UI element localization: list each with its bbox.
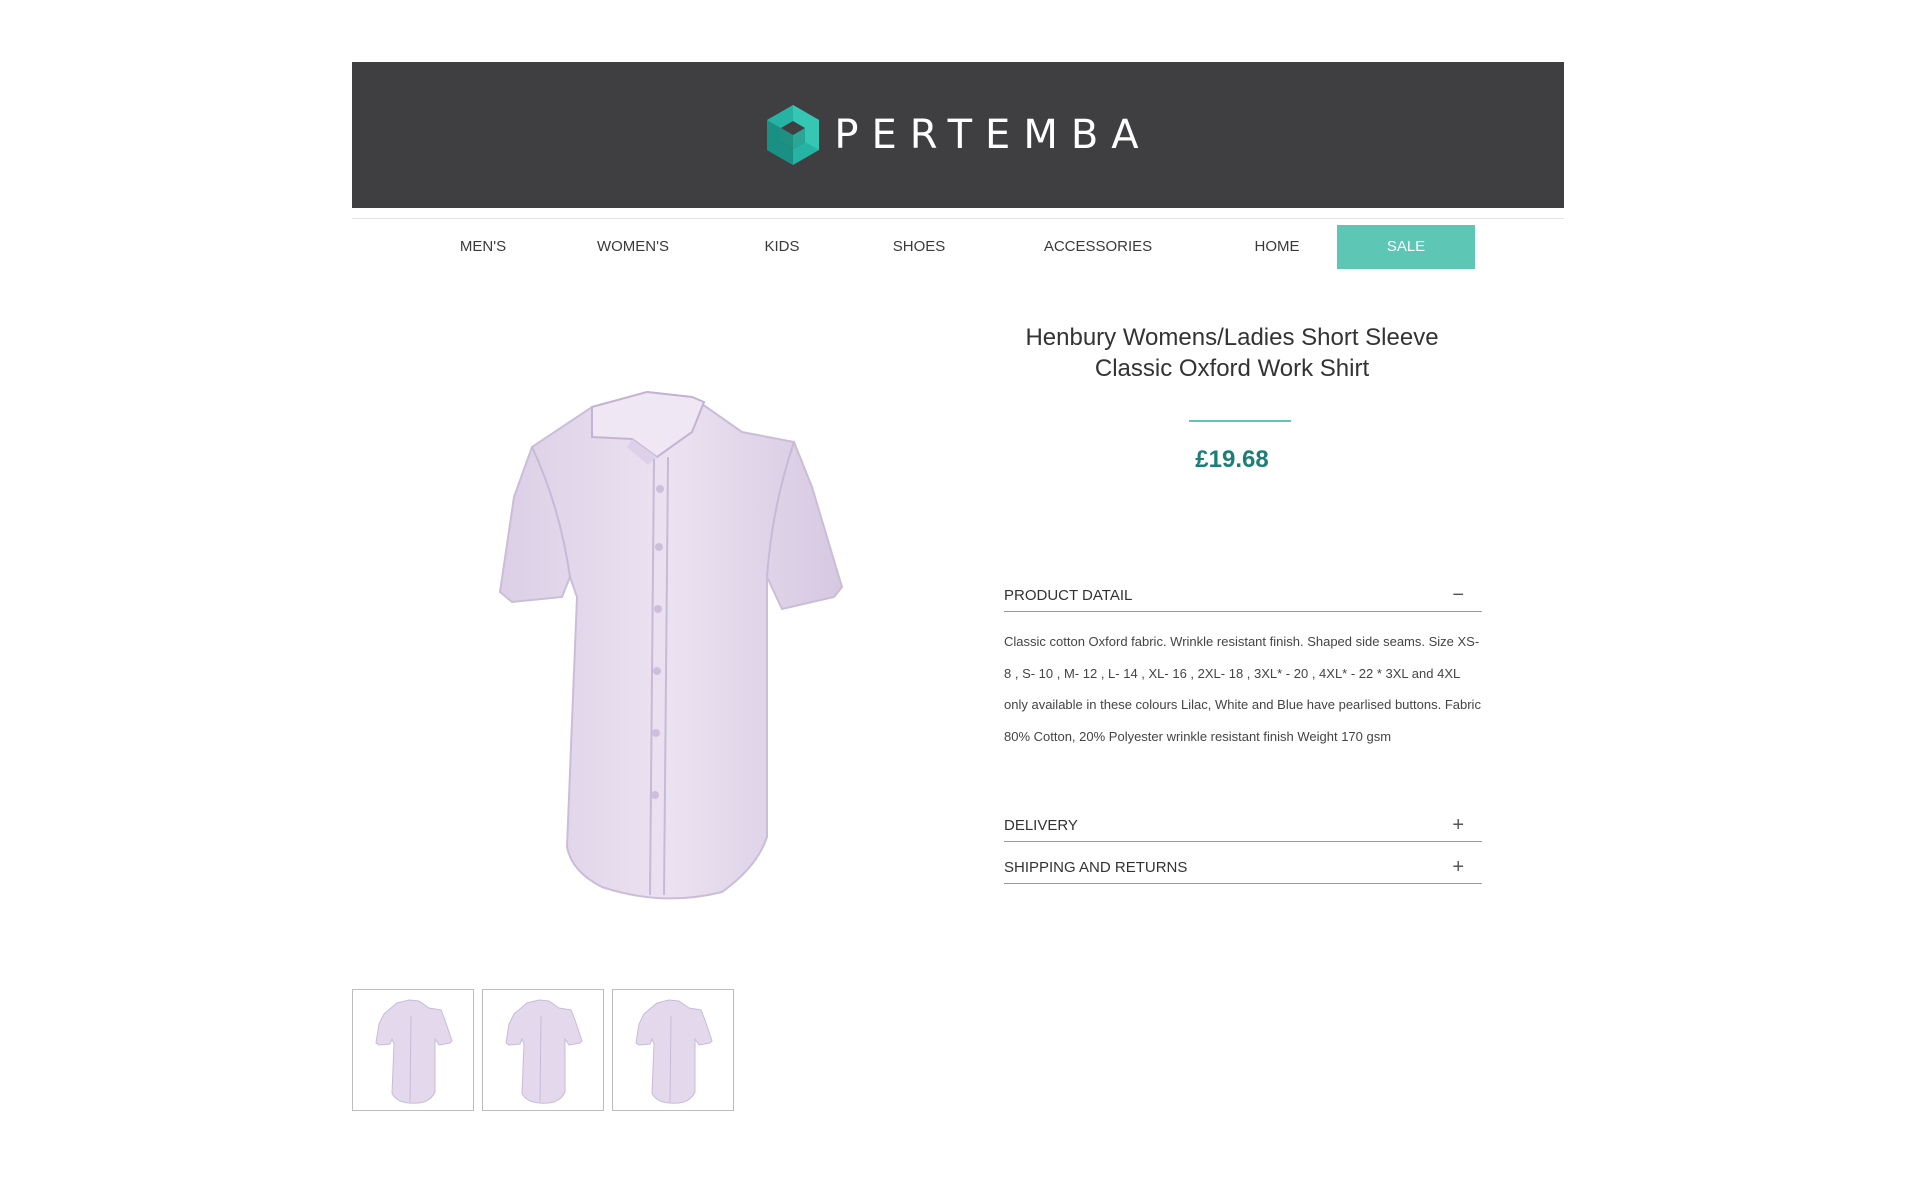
accordion-shipping-header[interactable]: SHIPPING AND RETURNS + xyxy=(1004,857,1482,884)
accordion-shipping: SHIPPING AND RETURNS + xyxy=(1004,857,1482,884)
nav-item-home[interactable]: HOME xyxy=(1240,225,1314,269)
nav-item-womens[interactable]: WOMEN'S xyxy=(578,225,688,269)
accordion-product-detail-label: PRODUCT DATAIL xyxy=(1004,586,1133,604)
accordion-shipping-label: SHIPPING AND RETURNS xyxy=(1004,858,1188,876)
product-title-line-2: Classic Oxford Work Shirt xyxy=(1094,355,1370,382)
thumbnail-2[interactable] xyxy=(482,989,604,1111)
site-header: PERTEMBA xyxy=(352,62,1564,208)
accordion-product-detail-header[interactable]: PRODUCT DATAIL − xyxy=(1004,585,1482,612)
thumbnail-3[interactable] xyxy=(612,989,734,1111)
accordion-delivery-label: DELIVERY xyxy=(1004,816,1078,834)
shirt-thumbnail-image xyxy=(375,999,453,1104)
nav-item-accessories[interactable]: ACCESSORIES xyxy=(1028,225,1168,269)
accordion-delivery: DELIVERY + xyxy=(1004,815,1482,842)
accordion-delivery-header[interactable]: DELIVERY + xyxy=(1004,815,1482,842)
product-title: Henbury Womens/Ladies Short Sleeve Class… xyxy=(982,322,1482,384)
brand-name: PERTEMBA xyxy=(834,112,1152,158)
product-detail-text: Classic cotton Oxford fabric. Wrinkle re… xyxy=(1004,634,1481,744)
plus-icon[interactable]: + xyxy=(1452,857,1482,877)
title-divider xyxy=(1189,420,1291,422)
product-title-line-1: Henbury Womens/Ladies Short Sleeve xyxy=(1025,324,1439,351)
accordion-product-detail: PRODUCT DATAIL − Classic cotton Oxford f… xyxy=(1004,585,1482,752)
main-nav: MEN'S WOMEN'S KIDS SHOES ACCESSORIES HOM… xyxy=(352,219,1564,273)
nav-item-shoes[interactable]: SHOES xyxy=(882,225,956,269)
shirt-thumbnail-image xyxy=(505,999,583,1104)
hexagon-cube-icon xyxy=(764,103,822,167)
product-price: £19.68 xyxy=(1195,446,1269,473)
nav-item-mens[interactable]: MEN'S xyxy=(441,225,525,269)
shirt-thumbnail-image xyxy=(635,999,713,1104)
shirt-image xyxy=(498,390,844,900)
minus-icon[interactable]: − xyxy=(1452,585,1482,605)
page-wrapper: PERTEMBA MEN'S WOMEN'S KIDS SHOES ACCESS… xyxy=(352,62,1564,1111)
thumbnail-list xyxy=(352,989,734,1111)
plus-icon[interactable]: + xyxy=(1452,815,1482,835)
nav-item-sale[interactable]: SALE xyxy=(1337,225,1475,269)
thumbnail-1[interactable] xyxy=(352,989,474,1111)
product-main-image[interactable] xyxy=(442,347,892,907)
logo[interactable]: PERTEMBA xyxy=(764,103,1151,167)
nav-item-kids[interactable]: KIDS xyxy=(752,225,812,269)
